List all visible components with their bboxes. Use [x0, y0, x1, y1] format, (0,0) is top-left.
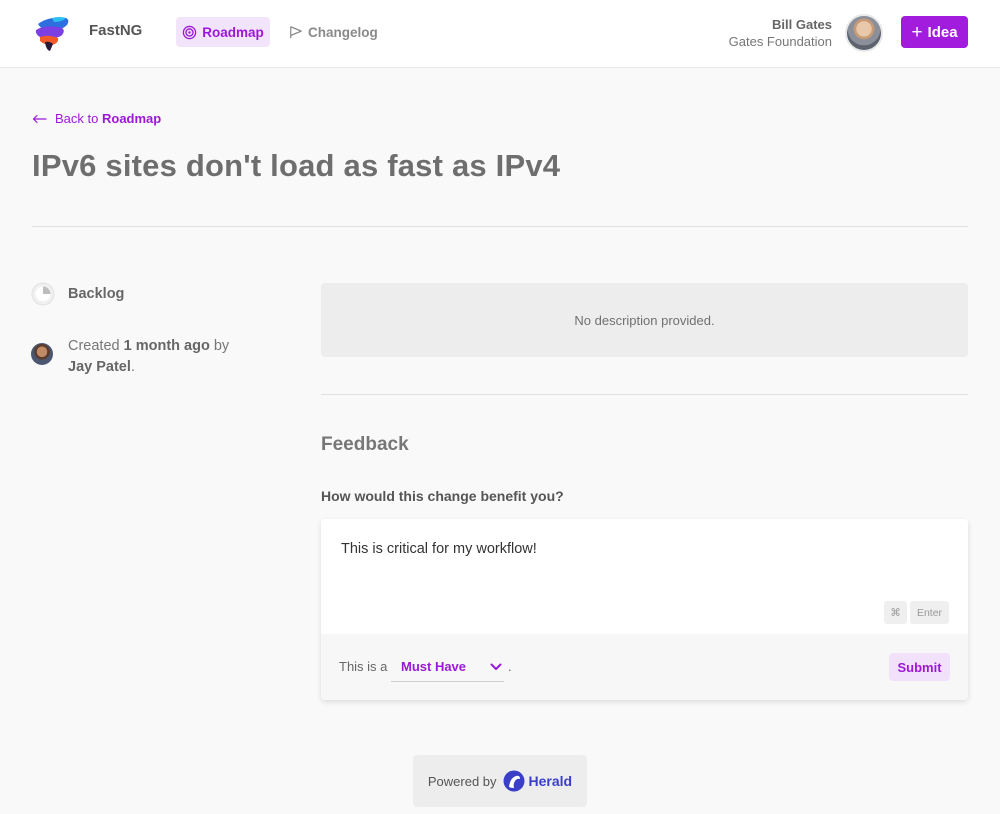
created-prefix: Created: [68, 338, 120, 354]
feedback-title: Feedback: [321, 434, 409, 455]
nav-changelog[interactable]: Changelog: [289, 17, 378, 47]
feedback-card: This is critical for my workflow! ⌘ Ente…: [321, 519, 968, 700]
new-idea-button[interactable]: + Idea: [901, 16, 968, 48]
powered-by-label: Powered by: [427, 773, 497, 789]
command-key-icon: ⌘: [884, 601, 907, 624]
description-box: No description provided.: [321, 283, 968, 357]
description-text: No description provided.: [574, 312, 715, 328]
submit-button[interactable]: Submit: [889, 653, 950, 681]
arrow-left-icon: [32, 114, 47, 123]
backlog-status-icon: [31, 282, 55, 306]
plus-icon: +: [911, 21, 923, 43]
author-name: Jay Patel: [68, 359, 131, 375]
user-name: Bill Gates: [772, 17, 832, 32]
feedback-footer: This is a Must Have . Submit: [321, 634, 968, 700]
nav-roadmap-label: Roadmap: [202, 24, 264, 40]
title-divider: [32, 226, 968, 227]
created-when: 1 month ago: [123, 338, 210, 354]
status-label: Backlog: [68, 286, 125, 302]
herald-label: Herald: [528, 773, 573, 789]
back-target: Roadmap: [101, 111, 162, 126]
user-org: Gates Foundation: [728, 34, 832, 49]
chevron-down-icon: [490, 663, 502, 670]
priority-select[interactable]: Must Have: [391, 652, 504, 682]
herald-brand: Herald: [503, 770, 573, 792]
priority-prefix: This is a: [339, 659, 388, 674]
back-to-roadmap-link[interactable]: Back to Roadmap: [32, 111, 161, 126]
nav-roadmap[interactable]: Roadmap: [176, 17, 270, 47]
page-title: IPv6 sites don't load as fast as IPv4: [32, 148, 561, 183]
nav-changelog-label: Changelog: [308, 24, 378, 40]
enter-key-hint: Enter: [910, 601, 949, 624]
target-icon: [182, 25, 197, 39]
priority-period: .: [508, 659, 512, 674]
description-divider: [321, 394, 968, 395]
author-avatar: [31, 343, 53, 365]
user-avatar[interactable]: [845, 14, 883, 52]
back-prefix: Back to: [55, 111, 99, 126]
herald-logo-icon: [503, 770, 525, 792]
powered-by-badge[interactable]: Powered by Herald: [413, 755, 587, 807]
created-by-word: by: [213, 338, 230, 354]
brand-name[interactable]: FastNG: [89, 22, 142, 39]
new-idea-label: Idea: [927, 23, 958, 41]
feedback-textarea[interactable]: This is critical for my workflow!: [321, 519, 968, 634]
priority-value: Must Have: [401, 659, 467, 674]
top-header: FastNG Roadmap Changelog Bill Gates Gate…: [0, 0, 1000, 68]
fastng-logo-icon[interactable]: [32, 14, 72, 52]
created-info: Created 1 month ago by Jay Patel.: [68, 338, 230, 375]
flag-icon: [290, 26, 302, 39]
feedback-question: How would this change benefit you?: [321, 488, 564, 504]
